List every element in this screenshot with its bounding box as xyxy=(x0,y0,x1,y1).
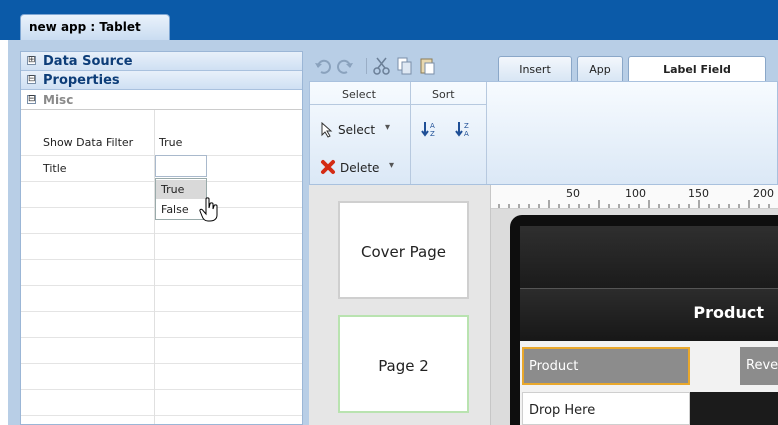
data-source-label: Data Source xyxy=(43,54,133,69)
misc-label: Misc xyxy=(43,93,74,107)
page-thumb-cover[interactable]: Cover Page xyxy=(338,201,469,299)
expand-icon[interactable]: ⊞ xyxy=(27,56,36,65)
tab-label-field[interactable]: Label Field xyxy=(628,56,766,83)
edit-toolbar xyxy=(315,57,435,75)
property-row-empty xyxy=(21,312,302,338)
tab-app[interactable]: App xyxy=(577,56,623,82)
toolbar-separator xyxy=(366,58,367,74)
group-divider xyxy=(486,82,487,184)
ribbon: Select Sort Select ▾ Delete ▾ A Z Z A xyxy=(309,81,778,185)
property-row-empty xyxy=(21,390,302,416)
revenue-field-text: Reve xyxy=(746,358,778,373)
tab-insert[interactable]: Insert xyxy=(498,56,572,82)
page-thumbnail-strip: Cover Page Page 2 xyxy=(309,185,491,425)
svg-text:Z: Z xyxy=(430,130,435,138)
properties-header[interactable]: ⊟ Properties xyxy=(21,71,302,90)
property-row-empty xyxy=(21,338,302,364)
device-top-bar xyxy=(520,226,778,288)
document-tab[interactable]: new app : Tablet xyxy=(20,14,170,40)
chevron-down-icon: ▾ xyxy=(385,122,391,133)
device-dark-area xyxy=(690,392,778,425)
property-row-empty xyxy=(21,286,302,312)
document-tab-label: new app : Tablet xyxy=(29,20,141,34)
property-key: Show Data Filter xyxy=(43,136,134,149)
page-thumb-page-2[interactable]: Page 2 xyxy=(338,315,469,413)
horizontal-ruler: 50 100 150 200 xyxy=(491,185,778,209)
delete-x-icon xyxy=(321,160,335,174)
property-row-empty xyxy=(21,260,302,286)
cut-icon[interactable] xyxy=(373,57,390,75)
redo-icon[interactable] xyxy=(337,59,353,74)
ruler-label: 200 xyxy=(753,187,774,200)
group-divider xyxy=(410,82,411,184)
select-button-label: Select xyxy=(338,123,376,137)
svg-text:Z: Z xyxy=(464,122,469,130)
copy-icon[interactable] xyxy=(397,57,412,75)
ruler-label: 50 xyxy=(566,187,580,200)
select-group-title: Select xyxy=(342,88,376,101)
misc-category-header[interactable]: ⊟ Misc xyxy=(21,90,302,110)
delete-button[interactable]: Delete ▾ xyxy=(316,157,406,179)
product-label-field[interactable]: Product xyxy=(522,347,690,385)
collapse-icon[interactable]: ⊟ xyxy=(27,75,36,84)
svg-text:A: A xyxy=(430,122,435,130)
select-button[interactable]: Select ▾ xyxy=(316,120,406,140)
property-row-empty xyxy=(21,234,302,260)
property-row-empty xyxy=(21,364,302,390)
property-row-show-data-filter[interactable]: Show Data Filter True xyxy=(21,130,302,156)
chevron-down-icon: ▾ xyxy=(389,160,395,171)
svg-text:A: A xyxy=(464,130,469,138)
data-source-header[interactable]: ⊞ Data Source xyxy=(21,52,302,71)
collapse-icon[interactable]: ⊟ xyxy=(27,95,36,104)
sort-ascending-icon[interactable]: A Z xyxy=(420,120,438,138)
undo-icon[interactable] xyxy=(315,59,331,74)
properties-label: Properties xyxy=(43,73,120,88)
property-key: Title xyxy=(43,162,67,175)
title-value-input[interactable] xyxy=(155,155,207,177)
device-header-title: Product xyxy=(693,303,764,322)
drop-here-zone[interactable]: Drop Here xyxy=(522,392,690,425)
paste-icon[interactable] xyxy=(420,58,435,75)
device-header[interactable]: Product xyxy=(520,288,778,341)
sort-group-title: Sort xyxy=(432,88,455,101)
pointer-icon xyxy=(321,122,333,138)
revenue-label-field[interactable]: Reve xyxy=(740,347,778,385)
ruler-label: 100 xyxy=(625,187,646,200)
delete-button-label: Delete xyxy=(340,161,380,175)
product-field-text: Product xyxy=(529,359,579,374)
group-divider xyxy=(310,104,486,105)
hand-cursor-icon xyxy=(199,197,218,222)
properties-panel: ⊞ Data Source ⊟ Properties ⊟ Misc Show D… xyxy=(20,51,303,425)
ruler-label: 150 xyxy=(688,187,709,200)
sort-descending-icon[interactable]: Z A xyxy=(454,120,472,138)
property-value[interactable]: True xyxy=(159,136,182,149)
drop-here-text: Drop Here xyxy=(529,403,596,418)
